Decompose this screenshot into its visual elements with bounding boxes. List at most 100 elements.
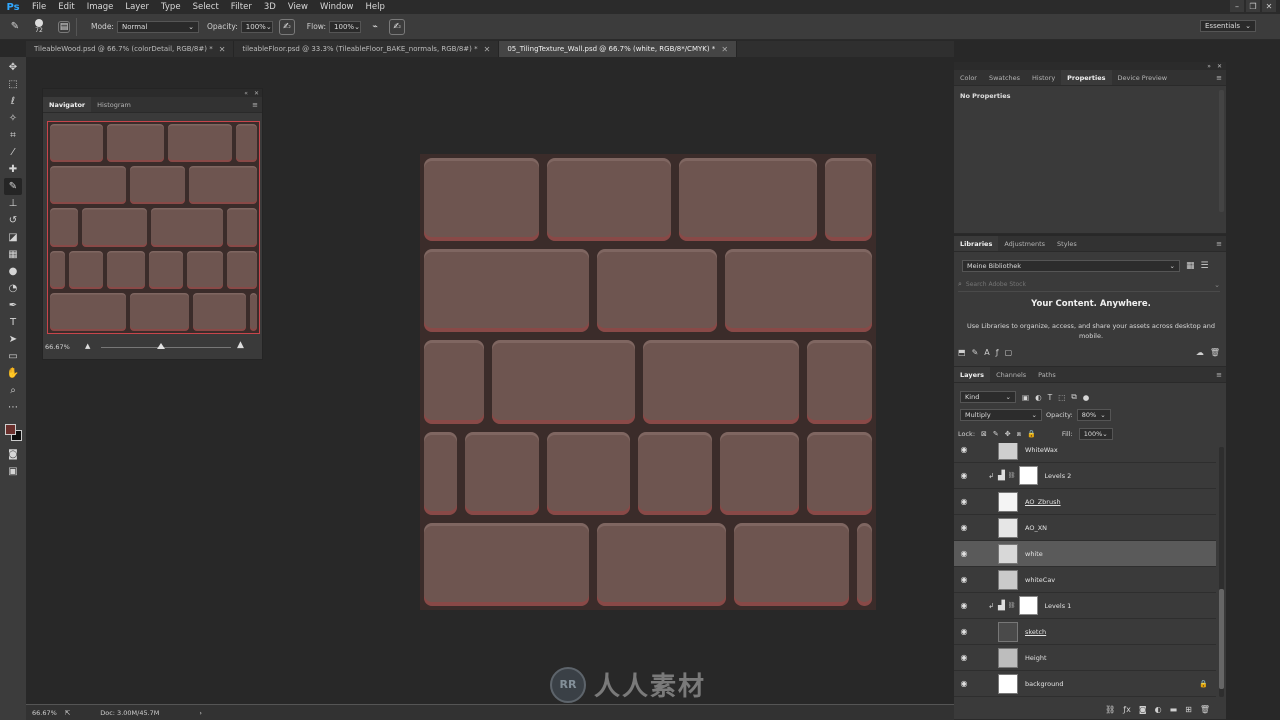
menu-layer[interactable]: Layer bbox=[119, 0, 155, 14]
close-icon[interactable]: ✕ bbox=[1217, 63, 1222, 70]
mode-dropdown[interactable]: Normal ⌄ bbox=[116, 20, 199, 33]
menu-file[interactable]: File bbox=[26, 0, 52, 14]
type-icon[interactable]: T bbox=[4, 314, 22, 331]
add-asset-icon[interactable]: ⬒ bbox=[958, 348, 966, 357]
layer-row[interactable]: ◉ sketch bbox=[954, 619, 1216, 645]
pen-icon[interactable]: ✒ bbox=[4, 297, 22, 314]
layer-opacity-field[interactable]: 80% ⌄ bbox=[1076, 409, 1111, 421]
blend-mode-dropdown[interactable]: Multiply ⌄ bbox=[960, 409, 1042, 421]
export-icon[interactable]: ⇱ bbox=[65, 709, 70, 717]
tab-history[interactable]: History bbox=[1026, 70, 1061, 85]
panel-menu-icon[interactable]: ≡ bbox=[1216, 240, 1222, 248]
shape-icon[interactable]: ▭ bbox=[4, 348, 22, 365]
new-layer-icon[interactable]: ⊞ bbox=[1185, 705, 1192, 714]
layer-style-icon[interactable]: ƒx bbox=[1123, 705, 1131, 714]
filter-pixel-icon[interactable]: ▣ bbox=[1022, 393, 1029, 402]
visibility-eye-icon[interactable]: ◉ bbox=[954, 601, 974, 610]
visibility-eye-icon[interactable]: ◉ bbox=[954, 575, 974, 584]
visibility-eye-icon[interactable]: ◉ bbox=[954, 497, 974, 506]
move-icon[interactable]: ✥ bbox=[4, 59, 22, 76]
restore-button[interactable]: ❐ bbox=[1246, 0, 1260, 12]
tab-layers[interactable]: Layers bbox=[954, 367, 991, 382]
trash-icon[interactable]: 🗑 bbox=[1210, 348, 1220, 357]
close-icon[interactable]: ✕ bbox=[254, 90, 259, 97]
menu-3d[interactable]: 3D bbox=[258, 0, 282, 14]
tab-styles[interactable]: Styles bbox=[1051, 236, 1083, 251]
library-select[interactable]: Meine Bibliothek ⌄ bbox=[962, 260, 1180, 272]
lock-pixels-icon[interactable]: ✎ bbox=[993, 430, 999, 438]
doc-tab-active[interactable]: 05_TilingTexture_Wall.psd @ 66.7% (white… bbox=[499, 41, 738, 57]
panel-menu-icon[interactable]: ≡ bbox=[1216, 371, 1222, 379]
close-icon[interactable]: ✕ bbox=[484, 45, 491, 54]
layer-row[interactable]: ◉ ↲ ▟ ⛓ Levels 1 bbox=[954, 593, 1216, 619]
pressure-size-icon[interactable]: ✍ bbox=[389, 18, 406, 35]
close-icon[interactable]: ✕ bbox=[219, 45, 226, 54]
screen-mode-icon[interactable]: ▣ bbox=[4, 463, 22, 480]
collapse-icon[interactable]: » bbox=[1207, 63, 1211, 70]
layer-filter-dropdown[interactable]: Kind ⌄ bbox=[960, 391, 1016, 403]
tab-histogram[interactable]: Histogram bbox=[91, 97, 137, 112]
zoom-out-icon[interactable]: ▲ bbox=[85, 342, 90, 350]
status-arrow-icon[interactable]: › bbox=[199, 709, 202, 717]
style-asset-icon[interactable]: ƒ bbox=[996, 348, 999, 357]
lock-position-icon[interactable]: ✥ bbox=[1005, 430, 1011, 438]
filter-smart-icon[interactable]: ⧉ bbox=[1071, 392, 1076, 402]
doc-tab[interactable]: TileableWood.psd @ 66.7% (colorDetail, R… bbox=[26, 41, 235, 57]
tab-navigator[interactable]: Navigator bbox=[43, 97, 92, 112]
tab-swatches[interactable]: Swatches bbox=[983, 70, 1026, 85]
healing-icon[interactable]: ✚ bbox=[4, 161, 22, 178]
panel-menu-icon[interactable]: ≡ bbox=[252, 101, 258, 109]
layer-row[interactable]: ◉ AO_Zbrush bbox=[954, 489, 1216, 515]
scrollbar[interactable] bbox=[1219, 90, 1224, 212]
panel-menu-icon[interactable]: ≡ bbox=[1216, 74, 1222, 82]
list-view-icon[interactable]: ☰ bbox=[1201, 261, 1209, 271]
menu-image[interactable]: Image bbox=[81, 0, 120, 14]
layer-mask-thumbnail[interactable] bbox=[1018, 596, 1038, 615]
doc-tab[interactable]: tileableFloor.psd @ 33.3% (TileableFloor… bbox=[234, 41, 500, 57]
fill-field[interactable]: 100% ⌄ bbox=[1078, 428, 1113, 440]
delete-layer-icon[interactable]: 🗑 bbox=[1200, 705, 1210, 714]
tab-adjustments[interactable]: Adjustments bbox=[998, 236, 1051, 251]
collapse-icon[interactable]: « bbox=[244, 90, 248, 97]
crop-icon[interactable]: ⌗ bbox=[4, 127, 22, 144]
brush-preset-icon[interactable]: ✎ bbox=[6, 18, 24, 35]
dodge-icon[interactable]: ◔ bbox=[4, 280, 22, 297]
graphic-asset-icon[interactable]: ▢ bbox=[1005, 348, 1013, 357]
stock-search[interactable]: ⌕ ⌄ bbox=[958, 278, 1220, 292]
color-swatches[interactable] bbox=[3, 422, 23, 442]
link-layers-icon[interactable]: ⛓ bbox=[1105, 705, 1115, 714]
lock-artboard-icon[interactable]: ⧈ bbox=[1017, 430, 1021, 439]
menu-edit[interactable]: Edit bbox=[52, 0, 80, 14]
blur-icon[interactable]: ● bbox=[4, 263, 22, 280]
tab-color[interactable]: Color bbox=[954, 70, 983, 85]
new-group-icon[interactable]: ▬ bbox=[1170, 705, 1178, 714]
lock-transparency-icon[interactable]: ⊠ bbox=[981, 430, 987, 438]
status-zoom[interactable]: 66.67% bbox=[32, 709, 57, 717]
eraser-icon[interactable]: ◪ bbox=[4, 229, 22, 246]
tab-properties[interactable]: Properties bbox=[1061, 70, 1112, 85]
menu-help[interactable]: Help bbox=[360, 0, 391, 14]
tab-device-preview[interactable]: Device Preview bbox=[1112, 70, 1174, 85]
layers-scrollbar[interactable] bbox=[1219, 589, 1224, 689]
tab-channels[interactable]: Channels bbox=[990, 367, 1032, 382]
layer-row[interactable]: ◉ background 🔒 bbox=[954, 671, 1216, 697]
menu-window[interactable]: Window bbox=[314, 0, 360, 14]
visibility-eye-icon[interactable]: ◉ bbox=[954, 653, 974, 662]
brick-texture-canvas[interactable] bbox=[420, 154, 876, 610]
navigator-thumbnail[interactable] bbox=[47, 121, 260, 334]
minimize-button[interactable]: – bbox=[1230, 0, 1244, 12]
zoom-slider[interactable] bbox=[101, 347, 231, 348]
visibility-eye-icon[interactable]: ◉ bbox=[954, 549, 974, 558]
close-button[interactable]: ✕ bbox=[1262, 0, 1276, 12]
pressure-opacity-icon[interactable]: ✍ bbox=[278, 18, 295, 35]
visibility-eye-icon[interactable]: ◉ bbox=[954, 523, 974, 532]
close-icon[interactable]: ✕ bbox=[721, 45, 728, 54]
menu-select[interactable]: Select bbox=[187, 0, 225, 14]
visibility-eye-icon[interactable]: ◉ bbox=[954, 679, 974, 688]
chain-link-icon[interactable]: ⛓ bbox=[1008, 472, 1016, 479]
gradient-icon[interactable]: ▦ bbox=[4, 246, 22, 263]
brush-icon[interactable]: ✎ bbox=[4, 178, 22, 195]
stamp-icon[interactable]: ⊥ bbox=[4, 195, 22, 212]
layer-row[interactable]: ◉ ↲ ▟ ⛓ Levels 2 bbox=[954, 463, 1216, 489]
text-asset-icon[interactable]: A bbox=[984, 348, 989, 357]
